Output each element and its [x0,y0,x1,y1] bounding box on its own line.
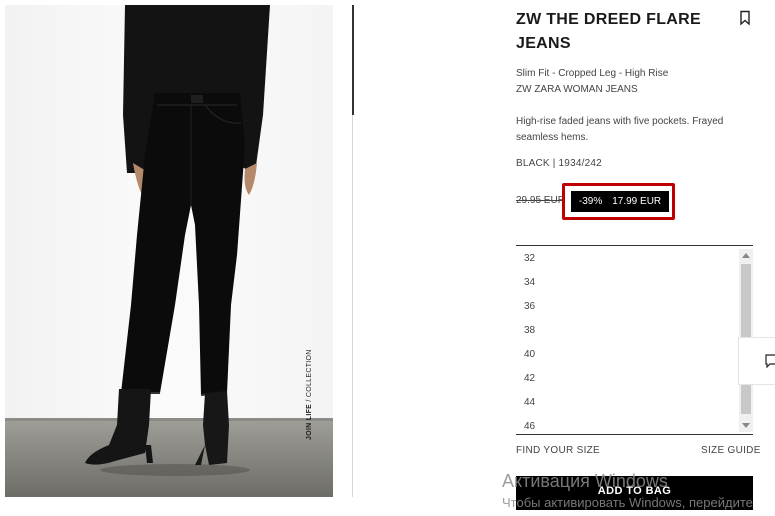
model-photo [5,5,333,497]
price-badge: -39% 17.99 EUR [571,191,669,212]
size-option[interactable]: 34 [524,277,535,288]
scroll-down-arrow-icon[interactable] [742,423,750,428]
old-price: 29.95 EUR [516,195,565,206]
size-option[interactable]: 40 [524,349,535,360]
product-line: ZW ZARA WOMAN JEANS [516,84,638,95]
product-image[interactable] [5,5,333,497]
image-caption: JOIN LIFE / COLLECTION [306,349,313,440]
find-your-size-link[interactable]: FIND YOUR SIZE [516,445,600,456]
size-option[interactable]: 42 [524,373,535,384]
size-list[interactable]: 32 34 36 38 40 42 44 46 [516,245,753,435]
image-scroll-indicator [352,5,354,115]
product-title: ZW THE DREED FLARE JEANS [516,11,701,52]
current-price: 17.99 EUR [612,196,662,207]
scroll-up-arrow-icon[interactable] [742,253,750,258]
size-option[interactable]: 44 [524,397,535,408]
discount-label: -39% [578,196,603,207]
size-option[interactable]: 32 [524,253,535,264]
size-guide-link[interactable]: SIZE GUIDE [701,445,761,456]
product-description: High-rise faded jeans with five pockets.… [516,116,724,143]
size-option[interactable]: 36 [524,301,535,312]
add-to-bag-button[interactable]: ADD TO BAG [516,476,753,510]
bookmark-icon[interactable] [738,10,752,26]
color-reference: BLACK | 1934/242 [516,158,602,169]
size-option[interactable]: 38 [524,325,535,336]
chat-tab[interactable] [738,337,775,385]
size-option[interactable]: 46 [524,421,535,432]
product-fit: Slim Fit - Cropped Leg - High Rise [516,68,669,79]
divider [352,115,353,497]
chat-icon[interactable] [765,354,775,368]
